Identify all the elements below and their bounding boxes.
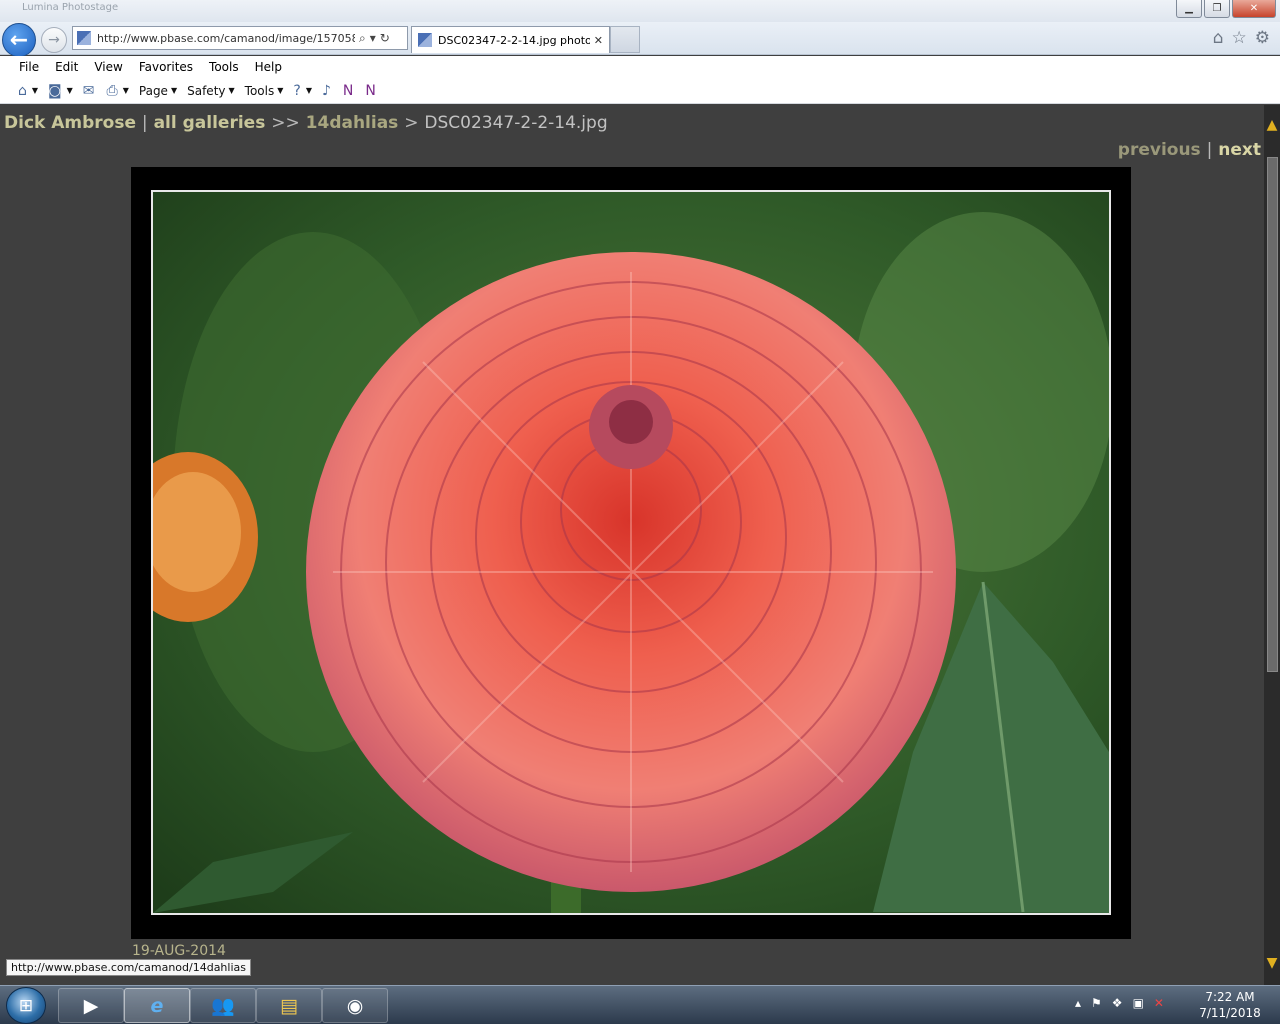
forward-button[interactable]: → (41, 27, 67, 53)
tab-active[interactable]: DSC02347-2-2-14.jpg photo... ✕ (411, 26, 610, 53)
system-tray: ▴ ⚑ ❖ ▣ ✕ (1075, 996, 1164, 1010)
cmd-mail[interactable]: ✉ (83, 83, 97, 99)
command-bar: ⌂ ▼ ◙ ▼ ✉ ⎙ ▼ Page ▼ Safety ▼ Tools ▼ ? ▼ ♪ N N (0, 78, 1280, 104)
rss-icon: ◙ (48, 82, 62, 99)
cmd-print[interactable]: ⎙ ▼ (107, 83, 129, 99)
taskbar: ⊞ ▶ e 👥 ▤ ◉ ▴ ⚑ ❖ ▣ ✕ 7:22 AM 7/11/2018 (0, 985, 1280, 1024)
web-page: Dick Ambrose | all galleries >> 14dahlia… (0, 105, 1264, 985)
taskbar-internet-explorer[interactable]: e (124, 988, 190, 1023)
flag-icon[interactable]: ⚑ (1091, 996, 1102, 1010)
onenote-icon: N (365, 82, 376, 99)
new-tab-button[interactable] (610, 26, 640, 53)
show-hidden-icons-icon[interactable]: ▴ (1075, 996, 1081, 1010)
menu-help[interactable]: Help (255, 60, 282, 74)
photo-frame (131, 167, 1131, 939)
image-pager: previous | next (1118, 140, 1261, 160)
address-bar[interactable]: http://www.pbase.com/camanod/image/15705… (72, 26, 408, 50)
pager-separator: | (1206, 140, 1213, 160)
volume-muted-icon[interactable]: ✕ (1154, 996, 1164, 1010)
research-icon: ♪ (321, 82, 331, 99)
favorites-star-icon[interactable]: ☆ (1232, 28, 1247, 48)
onenote-icon: N (342, 82, 354, 99)
network-icon[interactable]: ▣ (1133, 996, 1144, 1010)
cmd-help[interactable]: ? ▼ (293, 83, 312, 99)
cmd-tools[interactable]: Tools ▼ (245, 84, 284, 98)
window-title: Lumina Photostage (22, 2, 119, 13)
cmd-page-label: Page (138, 83, 168, 98)
scroll-down-arrow-icon[interactable]: ▼ (1264, 945, 1280, 985)
address-text[interactable]: http://www.pbase.com/camanod/image/15705… (97, 32, 355, 45)
tab-close-icon[interactable]: ✕ (594, 34, 603, 47)
start-button[interactable]: ⊞ (6, 987, 46, 1024)
dahlia-photo[interactable] (151, 190, 1111, 915)
breadcrumb-separator: >> (271, 113, 300, 133)
eye-icon: ◉ (346, 994, 364, 1017)
cmd-home[interactable]: ⌂ ▼ (18, 83, 38, 99)
dropbox-icon[interactable]: ❖ (1112, 996, 1123, 1010)
clock-date: 7/11/2018 (1199, 1006, 1261, 1020)
site-favicon-icon (77, 31, 91, 45)
current-image-name: DSC02347-2-2-14.jpg (424, 113, 608, 133)
browser-right-icons: ⌂ ☆ ⚙ (1213, 28, 1270, 48)
taskbar-file-explorer[interactable]: ▤ (256, 988, 322, 1023)
scroll-up-arrow-icon[interactable]: ▲ (1264, 105, 1280, 145)
mail-icon: ✉ (82, 82, 95, 99)
menu-view[interactable]: View (94, 60, 122, 74)
settings-gear-icon[interactable]: ⚙ (1255, 28, 1270, 48)
menu-favorites[interactable]: Favorites (139, 60, 193, 74)
tab-title: DSC02347-2-2-14.jpg photo... (438, 33, 590, 47)
taskbar-clock[interactable]: 7:22 AM 7/11/2018 (1198, 989, 1262, 1021)
tab-favicon-icon (418, 33, 432, 47)
cmd-research[interactable]: ♪ (322, 83, 333, 99)
window-titlebar: Lumina Photostage ▁ ❐ ✕ (0, 0, 1280, 22)
cmd-feeds[interactable]: ◙ ▼ (48, 83, 73, 99)
previous-link[interactable]: previous (1118, 140, 1201, 160)
owner-link[interactable]: Dick Ambrose (4, 113, 136, 133)
maximize-button[interactable]: ❐ (1204, 0, 1230, 18)
vertical-scrollbar[interactable]: ▲ ▼ (1264, 105, 1280, 985)
minimize-button[interactable]: ▁ (1176, 0, 1202, 18)
cmd-page[interactable]: Page ▼ (139, 84, 177, 98)
clock-time: 7:22 AM (1205, 990, 1255, 1004)
close-button[interactable]: ✕ (1232, 0, 1276, 18)
dropdown-icon[interactable]: ▾ (370, 31, 376, 45)
cmd-safety[interactable]: Safety ▼ (187, 84, 235, 98)
menu-edit[interactable]: Edit (55, 60, 78, 74)
next-link[interactable]: next (1218, 140, 1261, 160)
navigation-bar: ← → http://www.pbase.com/camanod/image/1… (0, 22, 1280, 57)
status-link-tooltip: http://www.pbase.com/camanod/14dahlias (6, 959, 251, 976)
search-icon[interactable]: ⌕ (359, 31, 366, 46)
people-icon: 👥 (211, 995, 235, 1017)
cmd-onenote-1[interactable]: N (343, 83, 355, 99)
gallery-link[interactable]: 14dahlias (306, 113, 399, 133)
internet-explorer-icon: e (150, 994, 164, 1017)
dahlia-photo-image (153, 192, 1109, 913)
refresh-icon[interactable]: ↻ (380, 31, 390, 45)
menu-bar: File Edit View Favorites Tools Help (0, 56, 1280, 78)
back-button[interactable]: ← (2, 23, 36, 57)
cmd-tools-label: Tools (244, 83, 275, 98)
home-icon[interactable]: ⌂ (1213, 28, 1224, 48)
scroll-thumb[interactable] (1267, 157, 1278, 672)
breadcrumb-separator: > (404, 113, 419, 133)
breadcrumb-separator: | (141, 113, 148, 133)
photo-date: 19-AUG-2014 (132, 943, 226, 959)
folder-icon: ▤ (280, 994, 298, 1017)
home-icon: ⌂ (18, 82, 27, 99)
breadcrumb: Dick Ambrose | all galleries >> 14dahlia… (4, 113, 608, 133)
menu-tools[interactable]: Tools (209, 60, 239, 74)
cmd-onenote-2[interactable]: N (365, 83, 377, 99)
help-icon: ? (293, 82, 301, 99)
all-galleries-link[interactable]: all galleries (154, 113, 266, 133)
cmd-safety-label: Safety (187, 83, 226, 98)
menu-file[interactable]: File (19, 60, 39, 74)
print-icon: ⎙ (106, 82, 118, 99)
window-controls: ▁ ❐ ✕ (1176, 0, 1276, 18)
taskbar-photo-app[interactable]: ◉ (322, 988, 388, 1023)
media-player-icon: ▶ (83, 994, 99, 1017)
taskbar-media-player[interactable]: ▶ (58, 988, 124, 1023)
taskbar-contacts[interactable]: 👥 (190, 988, 256, 1023)
